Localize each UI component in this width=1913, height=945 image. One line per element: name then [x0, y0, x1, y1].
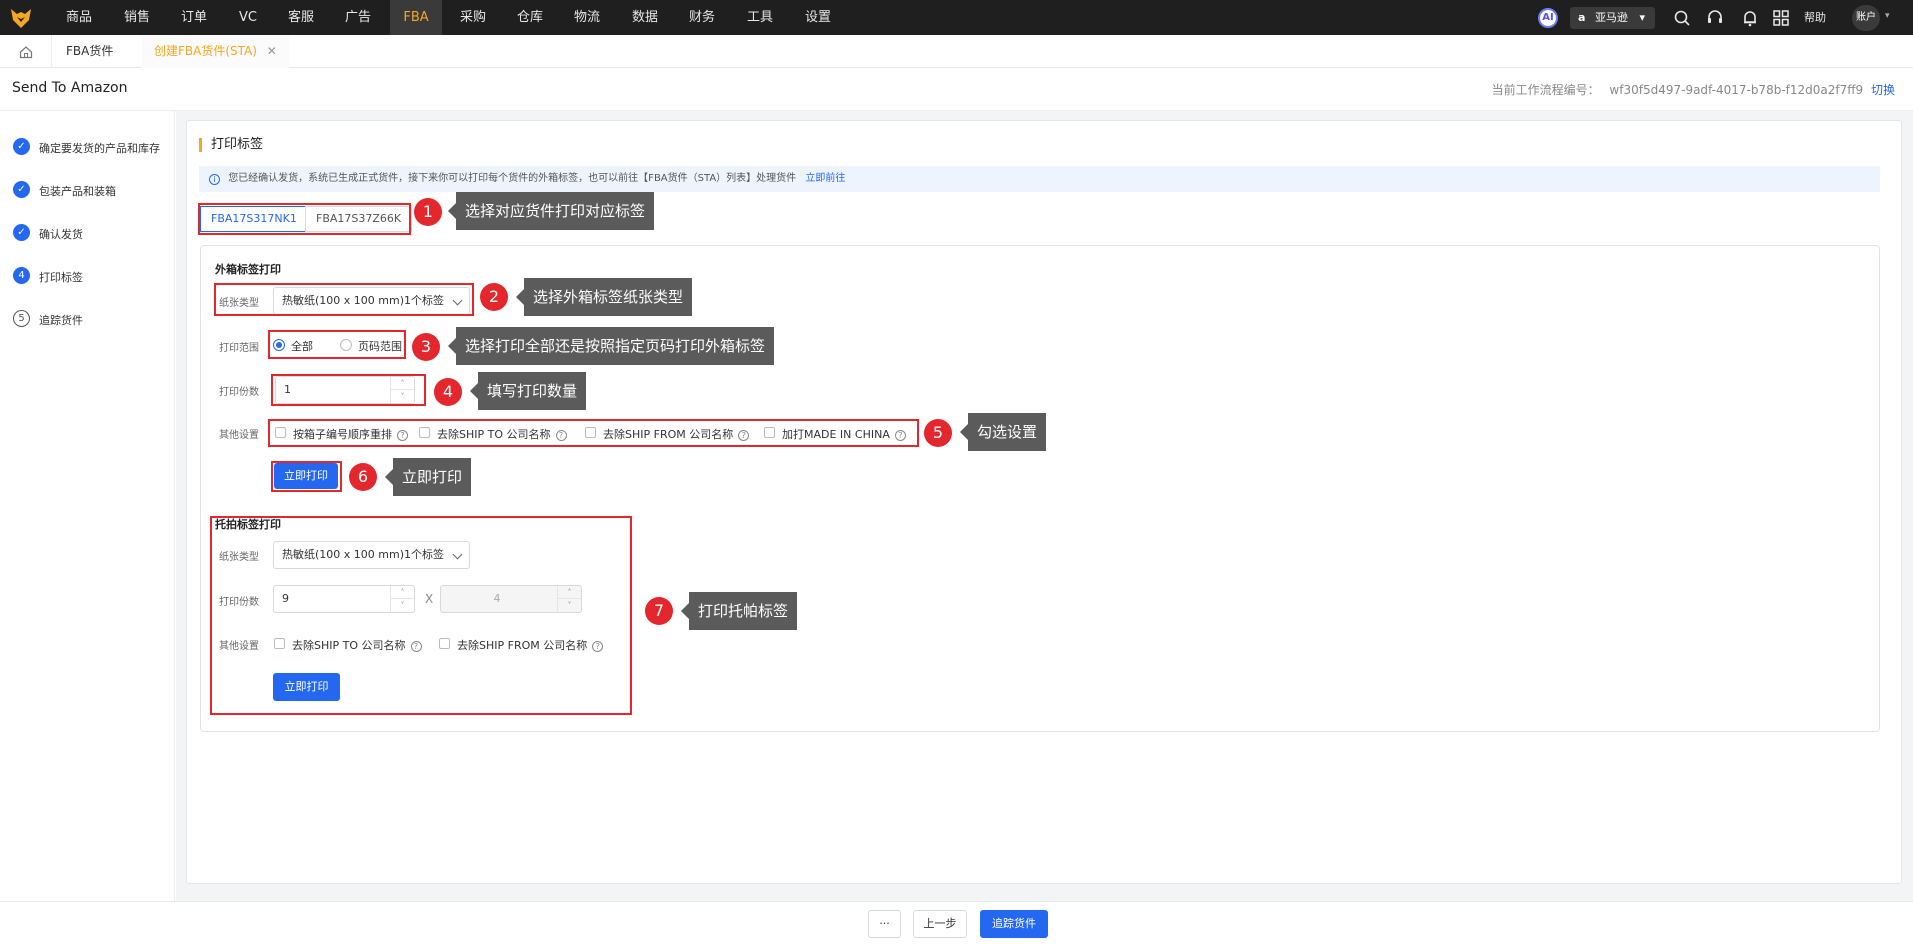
ai-assistant-icon[interactable]: AI: [1538, 8, 1558, 28]
fox-logo-icon[interactable]: [8, 5, 34, 31]
tab-create-fba-sta[interactable]: 创建FBA货件(STA) ✕: [142, 35, 289, 68]
nav-item-orders[interactable]: 订单: [175, 0, 213, 35]
search-icon[interactable]: [1672, 8, 1692, 28]
home-tab[interactable]: [0, 35, 52, 68]
page-title: Send To Amazon: [12, 80, 128, 96]
check-icon: ✓: [13, 224, 30, 241]
annotation-callout-2: 选择外箱标签纸张类型: [515, 278, 693, 316]
more-options-button[interactable]: ···: [868, 910, 901, 938]
annotation-callout-3: 选择打印全部还是按照指定页码打印外箱标签: [447, 327, 775, 365]
step-label: 打印标签: [39, 271, 83, 284]
step-number: 4: [13, 267, 30, 284]
account-avatar[interactable]: 账户: [1852, 5, 1880, 31]
nav-item-ads[interactable]: 广告: [339, 0, 377, 35]
help-link[interactable]: 帮助: [1804, 0, 1826, 35]
info-icon: i: [209, 174, 220, 185]
footer-bar: ··· 上一步 追踪货件: [0, 901, 1913, 945]
nav-item-settings[interactable]: 设置: [799, 0, 837, 35]
step-label: 追踪货件: [39, 314, 83, 327]
nav-item-warehouse[interactable]: 仓库: [511, 0, 549, 35]
annotation-badge-5: 5: [924, 419, 952, 447]
check-icon: ✓: [13, 138, 30, 155]
nav-item-purchase[interactable]: 采购: [454, 0, 492, 35]
nav-item-logistics[interactable]: 物流: [568, 0, 606, 35]
chevron-down-icon: ▾: [1885, 11, 1890, 21]
annotation-callout-6: 立即打印: [384, 458, 472, 496]
step-sidebar: ✓ 确定要发货的产品和库存 ✓ 包装产品和装箱 ✓ 确认发货 4 打印标签 5 …: [0, 111, 175, 901]
step-label: 确认发货: [39, 228, 83, 241]
annotation-badge-2: 2: [480, 283, 508, 311]
previous-step-button[interactable]: 上一步: [913, 910, 967, 938]
annotation-box-6: [271, 461, 342, 492]
nav-item-finance[interactable]: 财务: [683, 0, 721, 35]
step-label: 确定要发货的产品和库存: [39, 142, 160, 155]
annotation-box-1: [198, 203, 411, 235]
switch-workflow-link[interactable]: 切换: [1871, 83, 1895, 97]
tab-label: 创建FBA货件(STA): [154, 44, 257, 58]
tab-fba-shipments[interactable]: FBA货件: [54, 35, 125, 68]
nav-item-data[interactable]: 数据: [626, 0, 664, 35]
store-selector[interactable]: a 亚马逊 ▾: [1570, 7, 1655, 29]
annotation-callout-4: 填写打印数量: [469, 372, 587, 410]
annotation-badge-6: 6: [349, 463, 377, 491]
info-banner: i 您已经确认发货，系统已生成正式货件，接下来你可以打印每个货件的外箱标签，也可…: [199, 166, 1880, 192]
page-header: Send To Amazon 当前工作流程编号： wf30f5d497-9adf…: [0, 68, 1913, 111]
go-now-link[interactable]: 立即前往: [805, 173, 845, 184]
carton-label-title: 外箱标签打印: [215, 263, 281, 276]
nav-item-fba[interactable]: FBA: [390, 0, 442, 35]
print-range-label: 打印范围: [219, 343, 259, 354]
amazon-icon: a: [1578, 11, 1586, 24]
nav-item-products[interactable]: 商品: [60, 0, 98, 35]
workflow-id: wf30f5d497-9adf-4017-b78b-f12d0a2f7ff9: [1609, 83, 1864, 97]
annotation-box-4: [271, 374, 426, 406]
headset-icon[interactable]: [1705, 8, 1725, 28]
annotation-badge-7: 7: [645, 597, 673, 625]
info-text: 您已经确认发货，系统已生成正式货件，接下来你可以打印每个货件的外箱标签，也可以前…: [228, 173, 797, 184]
caret-down-icon: ▾: [1639, 11, 1645, 24]
step-number: 5: [13, 310, 30, 327]
home-icon: [19, 46, 33, 59]
tab-label: FBA货件: [66, 44, 114, 58]
track-shipment-button[interactable]: 追踪货件: [980, 910, 1048, 938]
workflow-label: 当前工作流程编号：: [1491, 83, 1600, 97]
section-title: 打印标签: [199, 138, 263, 152]
annotation-badge-3: 3: [412, 333, 440, 361]
annotation-badge-4: 4: [434, 378, 462, 406]
check-icon: ✓: [13, 181, 30, 198]
close-icon[interactable]: ✕: [267, 44, 277, 58]
nav-item-service[interactable]: 客服: [282, 0, 320, 35]
annotation-callout-7: 打印托帕标签: [680, 592, 798, 630]
annotation-badge-1: 1: [414, 198, 442, 226]
other-settings-label: 其他设置: [219, 430, 259, 441]
nav-item-tools[interactable]: 工具: [741, 0, 779, 35]
annotation-callout-5: 勾选设置: [959, 413, 1047, 451]
nav-item-vc[interactable]: VC: [232, 0, 264, 35]
page-tabs: FBA货件 创建FBA货件(STA) ✕: [0, 35, 1913, 68]
top-nav: 商品 销售 订单 VC 客服 广告 FBA 采购 仓库 物流 数据 财务 工具 …: [0, 0, 1913, 35]
workflow-info: 当前工作流程编号： wf30f5d497-9adf-4017-b78b-f12d…: [1492, 81, 1895, 98]
step-label: 包装产品和装箱: [39, 185, 116, 198]
nav-item-sales[interactable]: 销售: [118, 0, 156, 35]
print-copies-label: 打印份数: [219, 387, 259, 398]
annotation-box-7: [210, 516, 632, 715]
bell-icon[interactable]: [1740, 8, 1760, 28]
annotation-box-3: [268, 330, 406, 359]
annotation-box-2: [214, 283, 474, 316]
store-label: 亚马逊: [1594, 11, 1628, 24]
annotation-callout-1: 选择对应货件打印对应标签: [447, 192, 655, 230]
annotation-box-5: [268, 419, 919, 447]
apps-grid-icon[interactable]: [1771, 8, 1791, 28]
